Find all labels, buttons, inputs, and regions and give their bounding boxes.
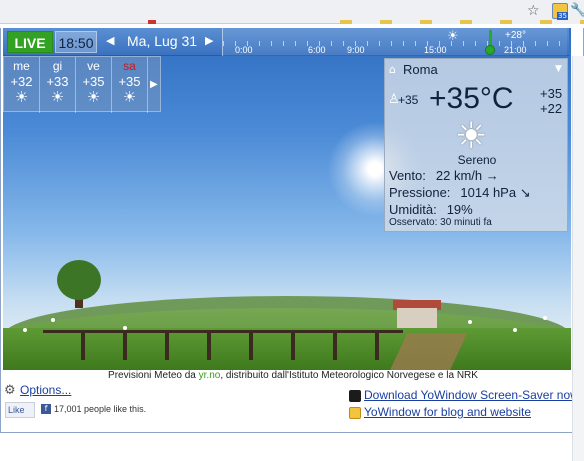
flower xyxy=(543,316,547,320)
sun-icon: ☀ xyxy=(50,88,65,106)
weather-condition: Sereno xyxy=(457,153,497,167)
flower xyxy=(23,328,27,332)
chevron-right-icon[interactable]: ▶ xyxy=(205,34,213,47)
forecast-day[interactable]: me +32 ☀ xyxy=(4,57,40,113)
humidity-row: Umidità: 19% xyxy=(389,202,473,217)
time-bar: LIVE 18:50 ◀ Ma, Lug 31 ▶ 0:00 6:00 9:00… xyxy=(3,28,569,56)
timeline-knob[interactable] xyxy=(485,45,495,55)
forecast-temp: +35 xyxy=(118,74,141,89)
sun-icon: ☀ xyxy=(447,29,459,44)
forecast-strip: me +32 ☀ gi +33 ☀ ve +35 ☀ sa +35 ☀ ▶ xyxy=(3,56,161,113)
forecast-day-name: gi xyxy=(52,59,63,73)
humidity-value: 19% xyxy=(446,202,473,217)
yr-link[interactable]: yr.no xyxy=(199,370,221,381)
wind-row: Vento: 22 km/h → xyxy=(389,168,499,183)
city-name[interactable]: Roma xyxy=(403,62,438,77)
chevron-right-icon[interactable]: ▶ xyxy=(150,79,158,90)
flower xyxy=(51,318,55,322)
download-screensaver-link[interactable]: Download YoWindow Screen-Saver now! xyxy=(364,388,582,402)
timeline-temp: +28° xyxy=(505,30,526,41)
scrollbar[interactable] xyxy=(572,56,584,461)
forecast-day-name: sa xyxy=(123,59,136,73)
timeline-slider[interactable]: 0:00 6:00 9:00 15:00 21:00 ☀ +28° xyxy=(222,28,568,56)
timeline-hour: 0:00 xyxy=(235,45,253,55)
yowindow-icon xyxy=(349,407,361,419)
sun-icon: ☀ xyxy=(86,88,101,106)
yowindow-extension-icon[interactable]: 35 xyxy=(552,3,568,20)
bookmark-bar-strip xyxy=(340,20,584,24)
wind-label: Vento: xyxy=(389,168,426,183)
credit-line: Previsioni Meteo da yr.no, distribuito d… xyxy=(1,370,584,381)
tree xyxy=(57,260,101,300)
gear-icon[interactable]: ⚙ xyxy=(4,383,16,398)
pressure-row: Pressione: 1014 hPa ↘ xyxy=(389,185,531,201)
flower xyxy=(468,320,472,324)
wooden-fence xyxy=(43,330,403,360)
moon-icon xyxy=(349,390,361,402)
farmhouse xyxy=(397,308,437,328)
observed-label: Osservato: xyxy=(389,217,438,228)
live-button[interactable]: LIVE xyxy=(7,31,53,53)
low-temp: +22 xyxy=(540,101,563,116)
like-label: Like xyxy=(8,405,25,415)
credit-prefix: Previsioni Meteo da xyxy=(108,370,196,381)
bookmark-star-icon[interactable]: ☆ xyxy=(527,3,540,19)
extension-badge: 35 xyxy=(557,12,568,20)
blog-website-link[interactable]: YoWindow for blog and website xyxy=(364,405,531,419)
flower xyxy=(123,326,127,330)
sun-icon: ☀ xyxy=(455,116,488,157)
observed-row: Osservato: 30 minuti fa xyxy=(389,217,492,228)
wrench-icon[interactable]: 🔧 xyxy=(570,3,584,18)
home-icon: ⌂ xyxy=(389,63,396,76)
humidity-label: Umidità: xyxy=(389,202,437,217)
likes-count: 17,001 people like this. xyxy=(54,404,147,414)
forecast-day[interactable]: sa +35 ☀ xyxy=(112,57,148,113)
forecast-temp: +35 xyxy=(82,74,105,89)
pressure-value: 1014 hPa ↘ xyxy=(460,185,531,200)
facebook-icon: f xyxy=(41,404,51,414)
current-weather-panel: ⌂ Roma ▼ ♙ +35 +35°C +35 +22 ☀ Sereno Ve… xyxy=(384,58,568,232)
pressure-label: Pressione: xyxy=(389,185,451,200)
forecast-day[interactable]: ve +35 ☀ xyxy=(76,57,112,113)
timeline-hour: 21:00 xyxy=(504,45,527,55)
observed-value: 30 minuti fa xyxy=(440,217,492,228)
forecast-day-name: ve xyxy=(87,59,100,73)
options-link[interactable]: Options... xyxy=(20,383,71,397)
chevron-down-icon[interactable]: ▼ xyxy=(555,64,562,74)
timeline-hour: 9:00 xyxy=(347,45,365,55)
feels-like-temp: +35 xyxy=(398,93,419,107)
credit-suffix: , distribuito dall'Istituto Meteorologic… xyxy=(220,370,478,381)
forecast-temp: +32 xyxy=(10,74,33,89)
sun-icon: ☀ xyxy=(122,88,137,106)
forecast-day-name: me xyxy=(13,59,30,73)
current-date: Ma, Lug 31 xyxy=(127,33,198,49)
timeline-hour: 6:00 xyxy=(308,45,326,55)
current-time: 18:50 xyxy=(55,31,97,53)
flower xyxy=(513,328,517,332)
forecast-temp: +33 xyxy=(46,74,69,89)
facebook-like-button[interactable]: Like xyxy=(5,402,35,418)
timeline-hour: 15:00 xyxy=(424,45,447,55)
browser-toolbar: ☆ 35 🔧 xyxy=(0,0,584,24)
high-temp: +35 xyxy=(540,86,563,101)
sun-icon: ☀ xyxy=(14,88,29,106)
current-temperature: +35°C xyxy=(429,82,514,115)
wind-value: 22 km/h → xyxy=(435,168,499,183)
tab-indicator xyxy=(148,20,156,24)
forecast-day[interactable]: gi +33 ☀ xyxy=(40,57,76,113)
weather-popup: LIVE 18:50 ◀ Ma, Lug 31 ▶ 0:00 6:00 9:00… xyxy=(0,28,584,461)
chevron-left-icon[interactable]: ◀ xyxy=(106,34,114,47)
